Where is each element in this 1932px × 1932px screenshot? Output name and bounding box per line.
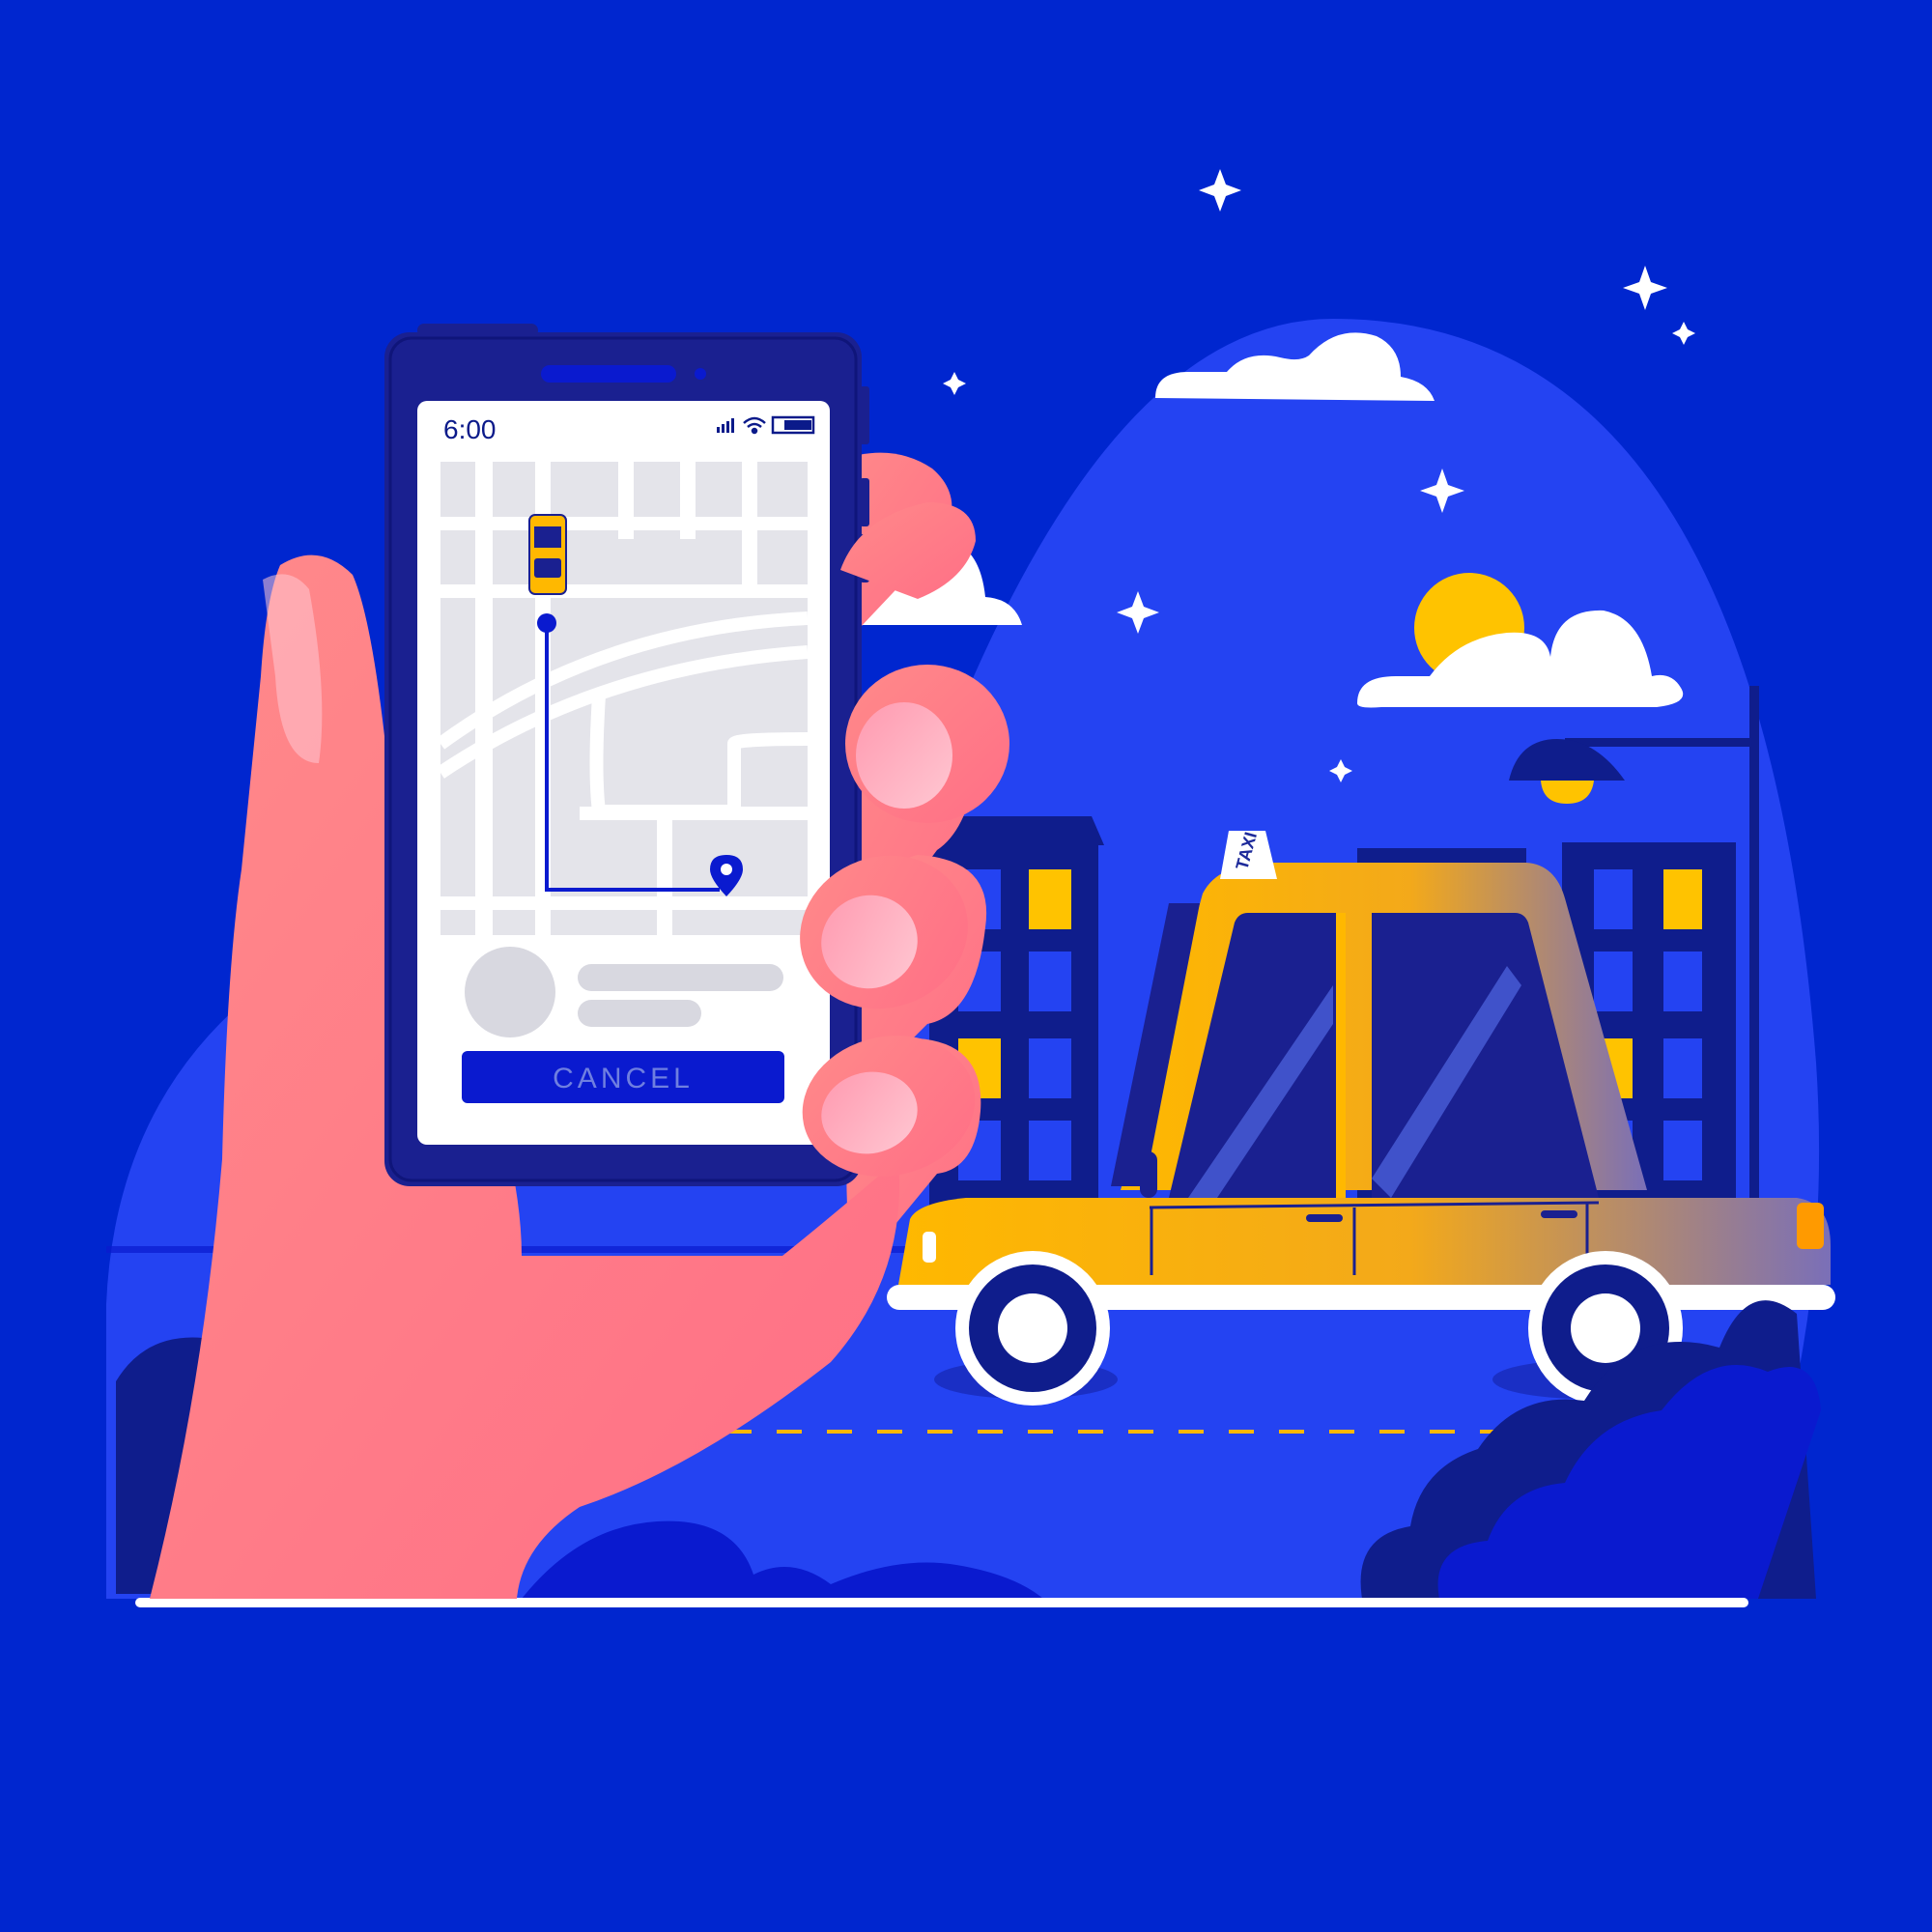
- cancel-button[interactable]: CANCEL: [462, 1051, 784, 1103]
- route-start-dot: [537, 613, 556, 633]
- driver-info-line: [578, 964, 783, 991]
- taxi-app-illustration: TAXI 6:00 CANCEL: [106, 169, 1835, 1607]
- driver-avatar: [465, 947, 555, 1037]
- ground-line: [135, 1598, 1748, 1607]
- taxi-map-icon: [528, 514, 567, 595]
- cancel-button-label: CANCEL: [553, 1063, 694, 1094]
- phone: 6:00 CANCEL: [384, 324, 869, 1186]
- driver-info-line: [578, 1000, 701, 1027]
- map-view: [436, 462, 809, 935]
- front-wheel: [955, 1251, 1110, 1406]
- phone-camera: [695, 368, 706, 380]
- status-time: 6:00: [443, 414, 497, 444]
- phone-speaker: [541, 365, 676, 383]
